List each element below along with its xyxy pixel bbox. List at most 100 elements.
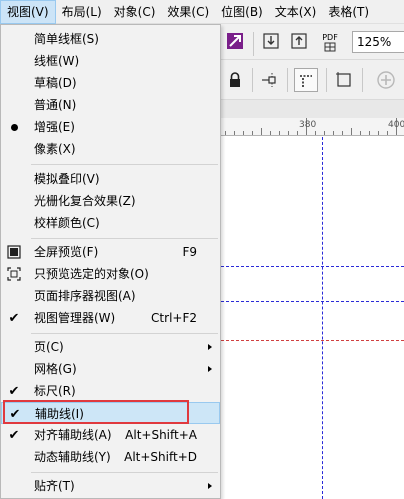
import-icon[interactable] — [261, 31, 281, 51]
menu-bar: 视图(V) 布局(L) 对象(C) 效果(C) 位图(B) 文本(X) 表格(T… — [0, 0, 404, 24]
guide-node-icon[interactable] — [259, 70, 279, 90]
menu-item-rasterize-complex-effects[interactable]: 光栅化复合效果(Z) — [1, 190, 220, 212]
menu-table[interactable]: 表格(T) — [322, 0, 375, 24]
ruler-tick — [342, 131, 343, 135]
menu-item-wireframe[interactable]: 线框(W) — [1, 50, 220, 72]
menu-separator — [31, 164, 218, 165]
view-menu-dropdown: 简单线框(S) 线框(W) 草稿(D) 普通(N) 增强(E) 像素(X) 模拟… — [0, 24, 221, 499]
export-pdf-icon[interactable]: PDF — [318, 30, 342, 54]
menu-item-full-screen-preview[interactable]: 全屏预览(F) F9 — [1, 241, 220, 263]
menu-item-label: 页面排序器视图(A) — [34, 289, 136, 303]
menu-item-preview-selected-only[interactable]: 只预览选定的对象(O) — [1, 263, 220, 285]
fullscreen-icon — [1, 241, 27, 263]
toolbar-separator — [287, 68, 288, 92]
menu-item-label: 对齐辅助线(A) — [34, 428, 112, 442]
menu-item-label: 只预览选定的对象(O) — [34, 267, 149, 281]
horizontal-ruler[interactable]: 380 400 — [221, 118, 404, 136]
menu-item-grid[interactable]: 网格(G) — [1, 358, 220, 380]
menu-item-shortcut: F9 — [182, 245, 197, 259]
horizontal-guideline[interactable] — [221, 266, 404, 267]
menu-separator — [31, 333, 218, 334]
menu-item-snap-to[interactable]: 贴齐(T) — [1, 475, 220, 497]
menu-item-page[interactable]: 页(C) — [1, 336, 220, 358]
preview-selected-icon — [1, 263, 27, 285]
ruler-tick — [351, 128, 352, 135]
menu-item-normal[interactable]: 普通(N) — [1, 94, 220, 116]
zoom-level-input[interactable]: 125% — [352, 31, 404, 53]
menu-item-dynamic-guides[interactable]: 动态辅助线(Y) Alt+Shift+D — [1, 446, 220, 468]
menu-item-label: 光栅化复合效果(Z) — [34, 194, 136, 208]
check-icon: ✔ — [9, 406, 21, 422]
menu-item-view-manager[interactable]: ✔ 视图管理器(W) Ctrl+F2 — [1, 307, 220, 329]
ruler-tick — [261, 128, 262, 135]
menu-item-shortcut: Alt+Shift+D — [124, 450, 197, 464]
ruler-tick — [333, 131, 334, 135]
menu-object[interactable]: 对象(C) — [108, 0, 162, 24]
toolbar-separator — [362, 68, 363, 92]
menu-item-label: 动态辅助线(Y) — [34, 450, 111, 464]
menu-item-simple-wireframe[interactable]: 简单线框(S) — [1, 28, 220, 50]
toolbar-separator — [252, 68, 253, 92]
ruler-tick — [387, 131, 388, 135]
property-bar — [221, 60, 404, 100]
guides-layer-icon[interactable] — [294, 68, 318, 92]
ruler-tick — [288, 131, 289, 135]
menu-item-label: 线框(W) — [34, 54, 80, 68]
menu-effects[interactable]: 效果(C) — [161, 0, 215, 24]
ruler-tick — [360, 131, 361, 135]
pdf-label: PDF — [322, 32, 338, 42]
ruler-tick — [297, 131, 298, 135]
menu-item-label: 增强(E) — [34, 120, 75, 134]
menu-item-proof-colors[interactable]: 校样颜色(C) — [1, 212, 220, 234]
menu-item-label: 标尺(R) — [34, 384, 76, 398]
ruler-tick — [270, 131, 271, 135]
menu-text[interactable]: 文本(X) — [269, 0, 323, 24]
menu-item-enhanced[interactable]: 增强(E) — [1, 116, 220, 138]
ruler-tick — [279, 131, 280, 135]
toolbar-separator — [253, 32, 254, 56]
menu-item-pixels[interactable]: 像素(X) — [1, 138, 220, 160]
menu-bitmap[interactable]: 位图(B) — [215, 0, 269, 24]
menu-item-simulate-overprint[interactable]: 模拟叠印(V) — [1, 168, 220, 190]
menu-item-draft[interactable]: 草稿(D) — [1, 72, 220, 94]
menu-item-label: 普通(N) — [34, 98, 77, 112]
check-icon: ✔ — [8, 310, 20, 326]
menu-item-label: 简单线框(S) — [34, 32, 99, 46]
selected-guideline[interactable] — [221, 340, 404, 341]
menu-item-rulers[interactable]: ✔ 标尺(R) — [1, 380, 220, 402]
radio-dot-icon — [1, 116, 27, 138]
menu-item-label: 页(C) — [34, 340, 64, 354]
transform-icon[interactable] — [225, 31, 245, 51]
ruler-label: 380 — [299, 120, 317, 130]
menu-item-label: 视图管理器(W) — [34, 311, 116, 325]
menu-item-label: 贴齐(T) — [34, 479, 75, 493]
toolbar-separator — [326, 68, 327, 92]
menu-item-page-sorter-view[interactable]: 页面排序器视图(A) — [1, 285, 220, 307]
tab-strip — [221, 100, 404, 118]
ruler-tick — [225, 131, 226, 135]
export-icon[interactable] — [289, 31, 309, 51]
menu-item-alignment-guides[interactable]: ✔ 对齐辅助线(A) Alt+Shift+A — [1, 424, 220, 446]
menu-item-label: 全屏预览(F) — [34, 245, 99, 259]
check-icon: ✔ — [8, 427, 20, 443]
page-frame-icon[interactable] — [334, 70, 354, 90]
horizontal-guideline[interactable] — [221, 301, 404, 302]
menu-item-label: 校样颜色(C) — [34, 216, 100, 230]
menu-separator — [31, 472, 218, 473]
standard-toolbar: PDF 125% — [221, 24, 404, 60]
lock-icon[interactable] — [226, 70, 244, 90]
add-icon[interactable] — [375, 69, 397, 91]
drawing-canvas[interactable] — [221, 137, 404, 499]
menu-item-label: 网格(G) — [34, 362, 77, 376]
menu-item-label: 模拟叠印(V) — [34, 172, 100, 186]
menu-view[interactable]: 视图(V) — [0, 0, 56, 24]
menu-item-guidelines[interactable]: ✔ 辅助线(I) — [1, 402, 220, 424]
menu-item-label: 草稿(D) — [34, 76, 77, 90]
ruler-label: 400 — [388, 120, 404, 130]
menu-item-label: 像素(X) — [34, 142, 76, 156]
menu-layout[interactable]: 布局(L) — [56, 0, 108, 24]
submenu-arrow-icon — [208, 366, 212, 372]
vertical-guideline[interactable] — [322, 137, 323, 499]
check-icon: ✔ — [8, 383, 20, 399]
submenu-arrow-icon — [208, 344, 212, 350]
